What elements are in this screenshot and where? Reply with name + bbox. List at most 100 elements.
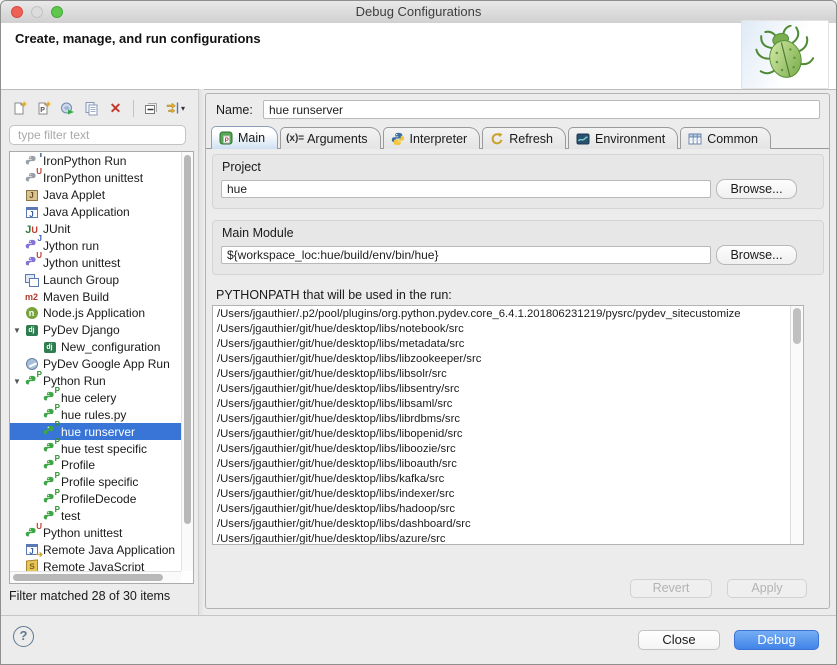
- tree-item-label: Jython unittest: [43, 256, 120, 270]
- jython-unittest-icon: U: [24, 256, 39, 269]
- tree-item-label: Remote JavaScript: [43, 560, 144, 571]
- pythonpath-scrollbar[interactable]: [790, 306, 803, 544]
- pythonpath-entry[interactable]: /Users/jgauthier/git/hue/desktop/libs/da…: [213, 517, 790, 532]
- tree-item-hue-runserver[interactable]: Phue runserver: [10, 423, 181, 440]
- tab-arguments[interactable]: (x)=Arguments: [280, 127, 380, 149]
- pythonpath-entry[interactable]: /Users/jgauthier/git/hue/desktop/libs/li…: [213, 412, 790, 427]
- tree-item-remote-javascript[interactable]: SRemote JavaScript: [10, 558, 181, 571]
- filter-input[interactable]: [9, 125, 186, 145]
- django-icon: dj: [42, 341, 57, 354]
- tree-item-profiledecode[interactable]: PProfileDecode: [10, 491, 181, 508]
- tree-item-node-js-application[interactable]: nNode.js Application: [10, 305, 181, 322]
- tree-item-pydev-google-app-run[interactable]: PyDev Google App Run: [10, 356, 181, 373]
- project-browse-button[interactable]: Browse...: [716, 179, 797, 199]
- tree-item-java-application[interactable]: JJava Application: [10, 204, 181, 221]
- tree-item-java-applet[interactable]: J Java Applet: [10, 187, 181, 204]
- tab-refresh[interactable]: Refresh: [482, 127, 566, 149]
- tab-main[interactable]: P Main: [211, 126, 278, 149]
- project-group: Project Browse...: [212, 154, 824, 209]
- project-input[interactable]: [221, 180, 711, 198]
- pythonpath-entry[interactable]: /Users/jgauthier/git/hue/desktop/libs/li…: [213, 457, 790, 472]
- pythonpath-entry[interactable]: /Users/jgauthier/git/hue/desktop/libs/in…: [213, 487, 790, 502]
- project-label: Project: [222, 160, 261, 174]
- tree-item-ironpython-unittest[interactable]: UIronPython unittest: [10, 170, 181, 187]
- tab-common[interactable]: Common: [680, 127, 771, 149]
- tree-item-hue-test-specific[interactable]: Phue test specific: [10, 440, 181, 457]
- filter-status: Filter matched 28 of 30 items: [9, 589, 170, 603]
- tree-item-python-run[interactable]: ▼PPython Run: [10, 373, 181, 390]
- help-icon[interactable]: ?: [13, 626, 34, 647]
- pythonpath-entry[interactable]: /Users/jgauthier/git/hue/desktop/libs/li…: [213, 382, 790, 397]
- collapse-all-icon[interactable]: [141, 98, 162, 118]
- name-input[interactable]: [263, 100, 820, 119]
- python-run-icon: P: [42, 510, 57, 523]
- expand-arrow-icon[interactable]: ▼: [10, 377, 24, 386]
- launch-group-icon: [24, 273, 39, 286]
- tree-item-label: JUnit: [43, 222, 70, 236]
- tab-interpreter[interactable]: Interpreter: [383, 127, 481, 149]
- tree-item-label: Python unittest: [43, 526, 122, 540]
- tree-item-label: hue test specific: [61, 442, 147, 456]
- pythonpath-entry[interactable]: /Users/jgauthier/git/hue/desktop/libs/az…: [213, 532, 790, 544]
- new-prototype-icon[interactable]: P: [33, 98, 54, 118]
- tree-item-profile-specific[interactable]: PProfile specific: [10, 474, 181, 491]
- tree-item-junit[interactable]: JU JUnit: [10, 221, 181, 238]
- main-module-input[interactable]: [221, 246, 711, 264]
- tree-item-launch-group[interactable]: Launch Group: [10, 271, 181, 288]
- pythonpath-list: /Users/jgauthier/.p2/pool/plugins/org.py…: [212, 305, 804, 545]
- tree-item-remote-java-application[interactable]: J➔Remote Java Application: [10, 541, 181, 558]
- tree-item-pydev-django[interactable]: ▼djPyDev Django: [10, 322, 181, 339]
- tree-item-hue-celery[interactable]: Phue celery: [10, 389, 181, 406]
- tree-item-hue-rules-py[interactable]: Phue rules.py: [10, 406, 181, 423]
- pythonpath-entry[interactable]: /Users/jgauthier/git/hue/desktop/libs/ka…: [213, 472, 790, 487]
- tree-item-label: Jython run: [43, 239, 99, 253]
- tree-horizontal-scrollbar-thumb[interactable]: [13, 574, 163, 581]
- close-button[interactable]: Close: [638, 630, 720, 650]
- svg-text:P: P: [225, 138, 229, 144]
- pythonpath-entry[interactable]: /Users/jgauthier/.p2/pool/plugins/org.py…: [213, 307, 790, 322]
- pythonpath-scrollbar-thumb[interactable]: [793, 308, 801, 344]
- tree-item-jython-unittest[interactable]: U Jython unittest: [10, 254, 181, 271]
- pythonpath-entry[interactable]: /Users/jgauthier/git/hue/desktop/libs/ha…: [213, 502, 790, 517]
- debug-button[interactable]: Debug: [734, 630, 819, 650]
- pythonpath-entry[interactable]: /Users/jgauthier/git/hue/desktop/libs/li…: [213, 397, 790, 412]
- revert-button[interactable]: Revert: [630, 579, 712, 598]
- pythonpath-entry[interactable]: /Users/jgauthier/git/hue/desktop/libs/li…: [213, 442, 790, 457]
- tree-vertical-scrollbar-thumb[interactable]: [184, 155, 191, 524]
- junit-icon: JU: [24, 223, 39, 236]
- nodejs-icon: n: [24, 307, 39, 320]
- tab-label: Interpreter: [410, 132, 468, 146]
- filter-launch-config-icon[interactable]: ▾: [165, 98, 186, 118]
- pythonpath-entry[interactable]: /Users/jgauthier/git/hue/desktop/libs/li…: [213, 352, 790, 367]
- pythonpath-entry[interactable]: /Users/jgauthier/git/hue/desktop/libs/li…: [213, 427, 790, 442]
- expand-arrow-icon[interactable]: ▼: [10, 326, 24, 335]
- pythonpath-entry[interactable]: /Users/jgauthier/git/hue/desktop/libs/li…: [213, 367, 790, 382]
- java-applet-icon: J: [24, 189, 39, 202]
- tree-item-new-configuration[interactable]: djNew_configuration: [10, 339, 181, 356]
- tab-label: Main: [238, 131, 265, 145]
- tree-item-label: hue celery: [61, 391, 116, 405]
- main-module-browse-button[interactable]: Browse...: [716, 245, 797, 265]
- duplicate-config-icon[interactable]: [81, 98, 102, 118]
- pythonpath-entry[interactable]: /Users/jgauthier/git/hue/desktop/libs/me…: [213, 337, 790, 352]
- tab-environment[interactable]: Environment: [568, 127, 678, 149]
- tree-item-label: Remote Java Application: [43, 543, 175, 557]
- tree-item-profile[interactable]: PProfile: [10, 457, 181, 474]
- tree-item-python-unittest[interactable]: UPython unittest: [10, 525, 181, 542]
- svg-text:P: P: [40, 107, 45, 114]
- panel-sash[interactable]: [198, 89, 204, 615]
- delete-config-icon[interactable]: ✕: [105, 98, 126, 118]
- pythonpath-entry[interactable]: /Users/jgauthier/git/hue/desktop/libs/no…: [213, 322, 790, 337]
- new-launch-config-icon[interactable]: [9, 98, 30, 118]
- django-icon: dj: [24, 324, 39, 337]
- configurations-toolbar: P ✕ ▾: [9, 96, 186, 120]
- configuration-detail-panel: Name: PMain(x)=ArgumentsInterpreterRefre…: [205, 93, 830, 609]
- debug-bug-icon: [741, 20, 829, 89]
- tree-vertical-scrollbar[interactable]: [181, 152, 193, 571]
- export-config-icon[interactable]: [57, 98, 78, 118]
- tree-item-maven-build[interactable]: m2Maven Build: [10, 288, 181, 305]
- tree-horizontal-scrollbar[interactable]: [10, 571, 181, 583]
- apply-button[interactable]: Apply: [727, 579, 807, 598]
- tree-item-label: Java Applet: [43, 188, 105, 202]
- title-bar[interactable]: Debug Configurations: [1, 1, 836, 24]
